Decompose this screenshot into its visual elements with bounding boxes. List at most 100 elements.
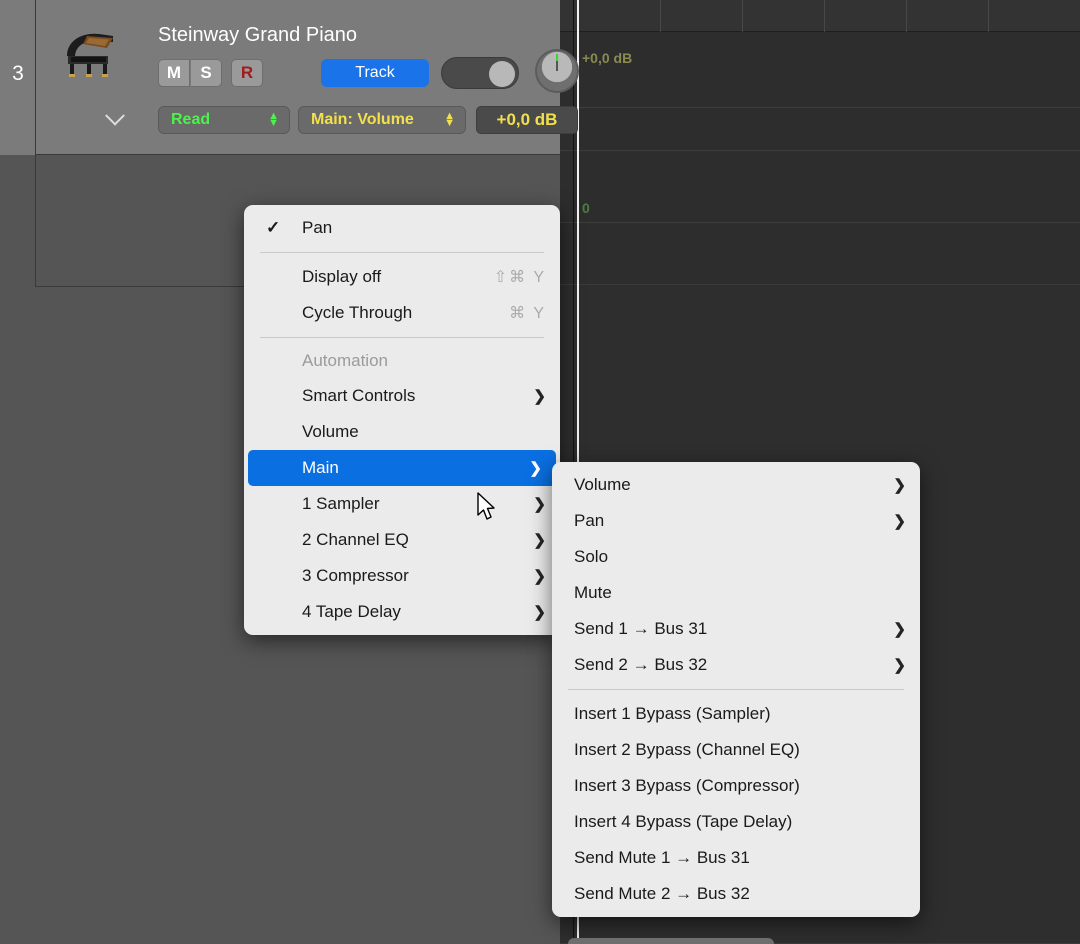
menu-item-label: Pan — [574, 511, 881, 531]
menu-item-display-off[interactable]: Display off ⇧⌘ Y — [244, 259, 560, 295]
chevron-right-icon: ❯ — [533, 531, 546, 549]
menu-item-label: Display off — [302, 267, 494, 287]
automation-parameter-menu[interactable]: ✓ Pan Display off ⇧⌘ Y Cycle Through ⌘ Y… — [244, 205, 560, 635]
automation-value-field[interactable]: +0,0 dB — [476, 106, 578, 134]
menu-item-pan-checked[interactable]: ✓ Pan — [244, 210, 560, 246]
submenu-item-pan[interactable]: Pan ❯ — [552, 503, 920, 539]
menu-item-label: Smart Controls — [302, 386, 521, 406]
toggle-knob — [489, 61, 515, 87]
menu-item-label: Send 1 → Bus 31 — [574, 619, 881, 639]
menu-item-label: Send 2 → Bus 32 — [574, 655, 881, 675]
menu-item-label: Cycle Through — [302, 303, 509, 323]
automation-parameter-label: Main: Volume — [299, 111, 414, 129]
track-name[interactable]: Steinway Grand Piano — [158, 24, 357, 47]
submenu-item-send-1[interactable]: Send 1 → Bus 31 ❯ — [552, 611, 920, 647]
logic-pro-window: +0,0 dB 0 3 Steinway Grand Pia — [0, 0, 1080, 944]
chevron-right-icon: ❯ — [533, 603, 546, 621]
menu-item-label: Insert 3 Bypass (Compressor) — [574, 776, 906, 796]
menu-item-cycle-through[interactable]: Cycle Through ⌘ Y — [244, 295, 560, 331]
automation-parameter-popup[interactable]: Main: Volume ▲▼ — [298, 106, 466, 134]
knob-pointer — [556, 61, 558, 71]
menu-item-label: Send Mute 2 → Bus 32 — [574, 884, 906, 904]
menu-item-shortcut: ⇧⌘ Y — [494, 267, 546, 287]
menu-item-label: Send Mute 1 → Bus 31 — [574, 848, 906, 868]
chevron-right-icon: ❯ — [533, 387, 546, 405]
automation-mode-label: Read — [159, 111, 210, 129]
menu-item-3-compressor[interactable]: 3 Compressor ❯ — [244, 558, 560, 594]
track-number: 3 — [0, 62, 36, 86]
menu-item-label: Insert 1 Bypass (Sampler) — [574, 704, 906, 724]
record-enable-button[interactable]: R — [231, 59, 263, 87]
menu-item-4-tape-delay[interactable]: 4 Tape Delay ❯ — [244, 594, 560, 630]
ruler-tick — [988, 0, 989, 32]
menu-item-label: Volume — [574, 475, 881, 495]
lane-gridline — [560, 222, 1080, 223]
menu-item-label: 4 Tape Delay — [302, 602, 521, 622]
bottom-panel-handle[interactable] — [568, 938, 774, 944]
menu-item-main[interactable]: Main ❯ — [248, 450, 556, 486]
submenu-item-insert-2-bypass[interactable]: Insert 2 Bypass (Channel EQ) — [552, 732, 920, 768]
ruler-tick — [660, 0, 661, 32]
menu-separator — [568, 689, 904, 690]
volume-knob[interactable] — [535, 49, 579, 93]
chevron-down-icon — [105, 106, 125, 126]
menu-item-label: 2 Channel EQ — [302, 530, 521, 550]
pan-automation-lane[interactable] — [560, 152, 1080, 285]
submenu-item-send-2[interactable]: Send 2 → Bus 32 ❯ — [552, 647, 920, 683]
submenu-item-solo[interactable]: Solo — [552, 539, 920, 575]
menu-item-shortcut: ⌘ Y — [509, 303, 546, 323]
menu-item-label: Mute — [574, 583, 906, 603]
menu-item-label: Insert 4 Bypass (Tape Delay) — [574, 812, 906, 832]
menu-separator — [260, 337, 544, 338]
automation-mode-popup[interactable]: Read ▲▼ — [158, 106, 290, 134]
track-disclosure-button[interactable] — [98, 106, 132, 134]
mouse-cursor-icon — [476, 492, 496, 522]
chevron-right-icon: ❯ — [893, 512, 906, 530]
submenu-item-insert-4-bypass[interactable]: Insert 4 Bypass (Tape Delay) — [552, 804, 920, 840]
main-submenu[interactable]: Volume ❯ Pan ❯ Solo Mute Send 1 → Bus 31… — [552, 462, 920, 917]
pan-lane-value: 0 — [582, 200, 590, 216]
chevron-right-icon: ❯ — [893, 620, 906, 638]
mute-button[interactable]: M — [158, 59, 190, 87]
ruler-tick — [742, 0, 743, 32]
menu-item-1-sampler[interactable]: 1 Sampler ❯ — [244, 486, 560, 522]
menu-item-label: Insert 2 Bypass (Channel EQ) — [574, 740, 906, 760]
menu-item-smart-controls[interactable]: Smart Controls ❯ — [244, 378, 560, 414]
checkmark-icon: ✓ — [266, 218, 280, 238]
menu-item-volume[interactable]: Volume — [244, 414, 560, 450]
track-number-column-lane — [0, 155, 36, 287]
menu-separator — [260, 252, 544, 253]
submenu-item-insert-3-bypass[interactable]: Insert 3 Bypass (Compressor) — [552, 768, 920, 804]
stepper-arrows-icon: ▲▼ — [268, 113, 279, 127]
automation-toggle[interactable] — [441, 57, 519, 89]
menu-item-label: Pan — [266, 218, 546, 238]
menu-section-header-automation: Automation — [244, 344, 560, 378]
track-header[interactable]: Steinway Grand Piano M S R Track Read ▲▼ — [36, 0, 560, 155]
chevron-right-icon: ❯ — [533, 495, 546, 513]
submenu-item-send-mute-2[interactable]: Send Mute 2 → Bus 32 — [552, 876, 920, 912]
menu-item-label: Main — [302, 458, 517, 478]
volume-automation-lane[interactable] — [560, 33, 1080, 151]
submenu-item-volume[interactable]: Volume ❯ — [552, 467, 920, 503]
chevron-right-icon: ❯ — [893, 476, 906, 494]
track-number-column: 3 — [0, 0, 36, 155]
ruler-tick — [906, 0, 907, 32]
submenu-item-send-mute-1[interactable]: Send Mute 1 → Bus 31 — [552, 840, 920, 876]
ruler-tick — [824, 0, 825, 32]
menu-item-label: Solo — [574, 547, 906, 567]
grand-piano-icon — [57, 26, 119, 80]
stepper-arrows-icon: ▲▼ — [444, 113, 455, 127]
lane-gridline — [560, 107, 1080, 108]
solo-button[interactable]: S — [190, 59, 222, 87]
menu-item-2-channel-eq[interactable]: 2 Channel EQ ❯ — [244, 522, 560, 558]
chevron-right-icon: ❯ — [533, 567, 546, 585]
menu-item-label: Volume — [302, 422, 546, 442]
timeline-ruler[interactable] — [560, 0, 1080, 32]
submenu-item-mute[interactable]: Mute — [552, 575, 920, 611]
submenu-item-insert-1-bypass[interactable]: Insert 1 Bypass (Sampler) — [552, 696, 920, 732]
chevron-right-icon: ❯ — [893, 656, 906, 674]
track-button[interactable]: Track — [321, 59, 429, 87]
volume-lane-value: +0,0 dB — [582, 50, 632, 66]
chevron-right-icon: ❯ — [529, 459, 542, 477]
menu-item-label: 3 Compressor — [302, 566, 521, 586]
